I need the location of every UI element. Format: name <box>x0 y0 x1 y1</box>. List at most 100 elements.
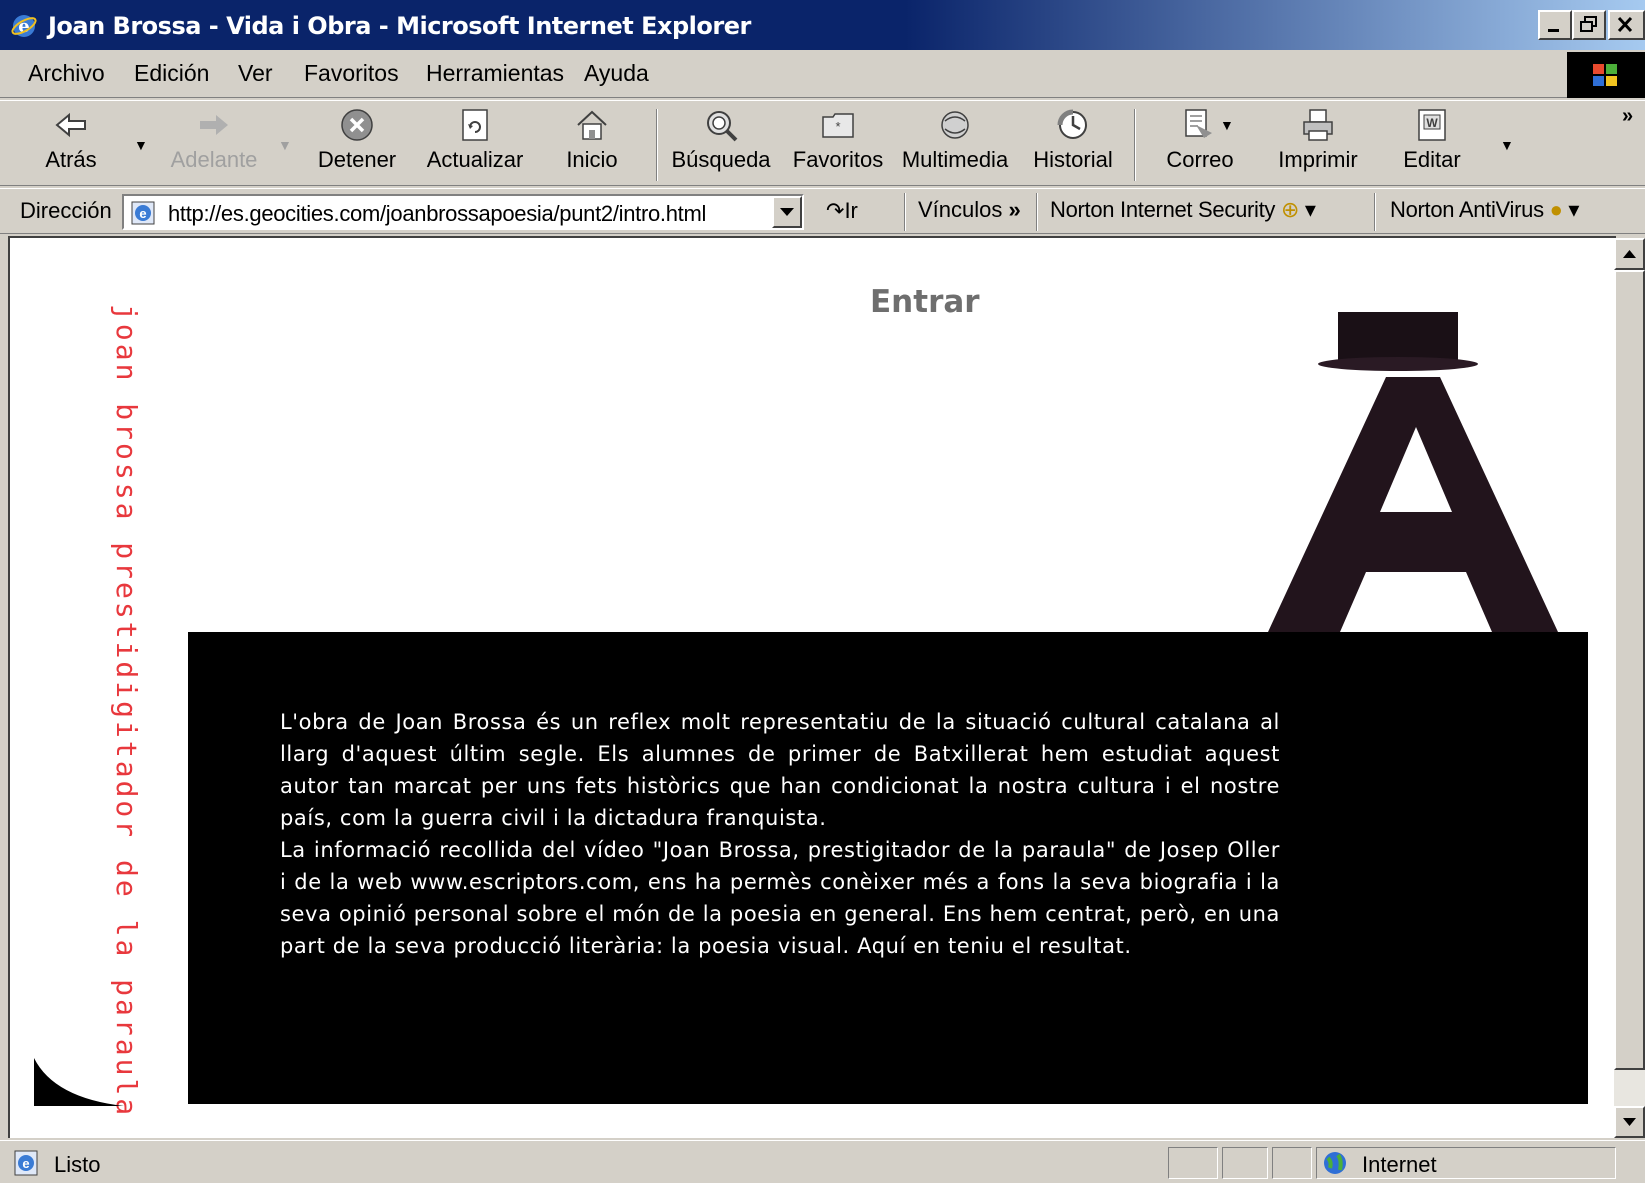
security-zone-label: Internet <box>1362 1152 1437 1177</box>
status-bar: e Listo Internet <box>0 1140 1645 1183</box>
minimize-icon <box>1548 29 1559 32</box>
forward-dropdown-icon[interactable]: ▼ <box>278 137 292 153</box>
restore-button[interactable] <box>1572 10 1606 40</box>
toolbar-separator <box>656 109 658 181</box>
title-bar: e Joan Brossa - Vida i Obra - Microsoft … <box>0 0 1645 50</box>
links-chevron-icon: » <box>1008 197 1021 222</box>
intro-panel: L'obra de Joan Brossa és un reflex molt … <box>188 632 1588 1104</box>
chevron-down-icon <box>780 208 794 216</box>
back-arrow-icon <box>55 112 86 138</box>
status-panel <box>1222 1147 1268 1179</box>
go-arrow-icon: ↷ <box>826 198 845 223</box>
stop-icon <box>341 109 373 141</box>
scroll-down-button[interactable] <box>1614 1106 1645 1138</box>
norton-globe-icon: ⊕ <box>1280 197 1300 222</box>
minimize-button[interactable] <box>1538 10 1572 40</box>
norton-security-label: Norton Internet Security <box>1050 197 1276 222</box>
intro-text: L'obra de Joan Brossa és un reflex molt … <box>280 706 1280 962</box>
address-separator <box>1374 193 1376 231</box>
refresh-button[interactable]: Actualizar <box>420 105 530 183</box>
forward-arrow-icon <box>200 115 228 135</box>
page-icon: e <box>131 201 155 225</box>
print-label: Imprimir <box>1278 147 1358 172</box>
address-input[interactable]: e http://es.geocities.com/joanbrossapoes… <box>122 194 804 230</box>
menu-archivo[interactable]: Archivo <box>28 60 105 87</box>
back-dropdown-icon[interactable]: ▼ <box>134 137 148 153</box>
menu-ayuda[interactable]: Ayuda <box>584 60 649 87</box>
favorites-label: Favoritos <box>792 147 884 172</box>
history-label: Historial <box>1033 147 1113 172</box>
edit-label: Editar <box>1403 147 1461 172</box>
search-button[interactable]: Búsqueda <box>666 105 776 183</box>
favorites-folder-icon: * <box>822 113 854 138</box>
norton-antivirus-button[interactable]: Norton AntiVirus ● ▾ <box>1390 197 1579 223</box>
corner-curve-shape <box>34 1058 124 1106</box>
go-label: Ir <box>844 198 858 223</box>
status-panel <box>1168 1147 1218 1179</box>
media-label: Multimedia <box>901 147 1009 172</box>
norton-antivirus-label: Norton AntiVirus <box>1390 197 1544 222</box>
page-content: joan brossa prestidigitador de la paraul… <box>8 236 1616 1138</box>
status-text: Listo <box>54 1152 101 1177</box>
mail-dropdown-icon[interactable]: ▼ <box>1220 117 1234 133</box>
mail-label: Correo <box>1166 147 1234 172</box>
standard-toolbar: Atrás ▼ Adelante ▼ Detener Actualizar In… <box>0 100 1645 186</box>
restore-icon <box>1580 16 1597 32</box>
close-icon <box>1617 16 1633 33</box>
svg-text:e: e <box>139 206 146 221</box>
toolbar-more-chevron-icon[interactable]: » <box>1622 105 1633 128</box>
home-icon <box>577 110 607 140</box>
menu-ver[interactable]: Ver <box>238 60 273 87</box>
address-separator <box>904 193 906 231</box>
mail-icon <box>1185 109 1212 138</box>
page-status-icon: e <box>14 1150 38 1176</box>
status-panel <box>1272 1147 1312 1179</box>
menu-herramientas[interactable]: Herramientas <box>426 60 564 87</box>
arrow-up-icon <box>1623 250 1636 258</box>
printer-icon <box>1303 109 1333 141</box>
refresh-label: Actualizar <box>426 147 524 172</box>
search-label: Búsqueda <box>671 147 771 172</box>
address-separator <box>1036 193 1038 231</box>
arrow-down-icon <box>1623 1118 1636 1126</box>
close-button[interactable] <box>1608 10 1645 40</box>
stop-label: Detener <box>317 147 397 172</box>
address-label: Dirección <box>20 198 112 223</box>
edit-dropdown-icon[interactable]: ▼ <box>1500 137 1514 153</box>
forward-button[interactable]: Adelante <box>164 105 264 183</box>
links-label: Vínculos <box>918 197 1003 222</box>
svg-text:*: * <box>835 119 840 134</box>
forward-label: Adelante <box>170 147 258 172</box>
word-edit-icon: W <box>1418 109 1446 141</box>
home-button[interactable]: Inicio <box>552 105 632 183</box>
windows-logo <box>1567 52 1645 98</box>
norton-antivirus-icon: ● <box>1549 197 1563 222</box>
history-clock-icon <box>1057 109 1087 139</box>
back-button[interactable]: Atrás <box>36 105 106 183</box>
scroll-up-button[interactable] <box>1614 238 1645 270</box>
menu-favoritos[interactable]: Favoritos <box>304 60 399 87</box>
intro-paragraph: L'obra de Joan Brossa és un reflex molt … <box>280 710 1280 830</box>
edit-button[interactable]: W Editar <box>1392 105 1472 183</box>
stop-button[interactable]: Detener <box>312 105 402 183</box>
search-globe-icon <box>707 111 738 142</box>
enter-link[interactable]: Entrar <box>870 284 980 320</box>
address-dropdown-button[interactable] <box>772 196 802 228</box>
menu-edicion[interactable]: Edición <box>134 60 209 87</box>
print-button[interactable]: Imprimir <box>1270 105 1366 183</box>
svg-text:e: e <box>22 1156 29 1171</box>
history-button[interactable]: Historial <box>1028 105 1118 183</box>
favorites-button[interactable]: * Favoritos <box>790 105 886 183</box>
internet-explorer-icon: e <box>11 15 37 37</box>
go-button[interactable]: ↷Ir <box>826 198 858 224</box>
address-bar: Dirección e http://es.geocities.com/joan… <box>0 188 1645 234</box>
menu-bar: Archivo Edición Ver Favoritos Herramient… <box>0 52 1645 98</box>
windows-flag-icon <box>1593 64 1617 86</box>
media-button[interactable]: Multimedia <box>900 105 1010 183</box>
home-label: Inicio <box>566 147 618 172</box>
svg-text:W: W <box>1426 116 1438 130</box>
norton-security-button[interactable]: Norton Internet Security ⊕ ▾ <box>1050 197 1316 223</box>
scroll-thumb[interactable] <box>1614 270 1645 1070</box>
links-button[interactable]: Vínculos » <box>918 197 1021 223</box>
vertical-scrollbar[interactable] <box>1614 238 1645 1138</box>
